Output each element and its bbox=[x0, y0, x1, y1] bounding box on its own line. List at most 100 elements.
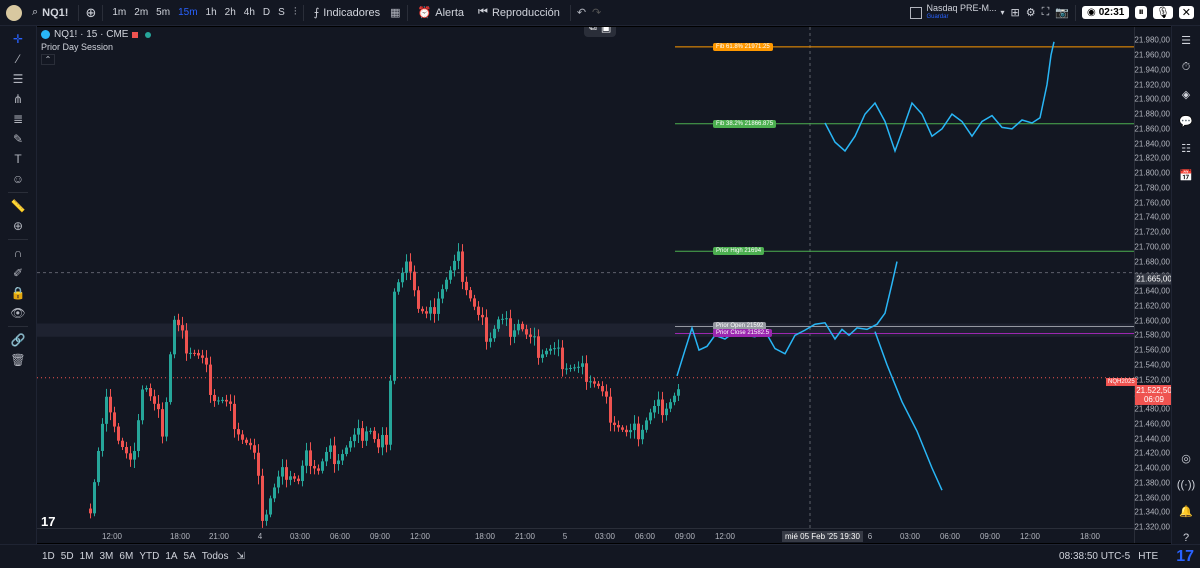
range-1M[interactable]: 1M bbox=[80, 551, 94, 562]
range-3M[interactable]: 3M bbox=[100, 551, 114, 562]
picture-in-picture-icon[interactable]: ▣ bbox=[601, 27, 611, 34]
candle-body bbox=[141, 389, 144, 421]
trend-line-icon[interactable]: ⁄ bbox=[7, 52, 29, 66]
price-tick: 21.960,00 bbox=[1134, 50, 1170, 60]
candle-body bbox=[257, 452, 260, 476]
record-timer[interactable]: ◉ 02:31 bbox=[1082, 6, 1130, 19]
divider bbox=[569, 4, 571, 21]
candle-body bbox=[193, 352, 196, 354]
candle-body bbox=[573, 367, 576, 369]
add-symbol-icon[interactable]: ⊕ bbox=[85, 5, 96, 21]
range-5A[interactable]: 5A bbox=[184, 551, 196, 562]
range-Todos[interactable]: Todos bbox=[202, 551, 229, 562]
price-tick: 21.980,00 bbox=[1134, 35, 1170, 45]
timeframe-2h[interactable]: 2h bbox=[222, 5, 239, 20]
alerts-clock-icon[interactable]: ⏱ bbox=[1182, 61, 1191, 74]
lock-icon[interactable]: 🔒 bbox=[7, 286, 29, 300]
symbol-logo-icon bbox=[41, 30, 50, 39]
help-icon[interactable]: ? bbox=[1183, 532, 1189, 544]
candle-body bbox=[313, 466, 316, 469]
ruler-icon[interactable]: 📏 bbox=[7, 199, 29, 213]
time-label: 4 bbox=[257, 532, 263, 541]
replay-icon: ⏮ bbox=[478, 6, 488, 18]
range-1A[interactable]: 1A bbox=[165, 551, 177, 562]
last-price-symbol-tag: NQH2025 bbox=[1106, 378, 1137, 386]
collapse-legend-icon[interactable]: ⌃ bbox=[41, 54, 55, 65]
trash-icon[interactable]: 🗑 bbox=[7, 353, 29, 367]
range-1D[interactable]: 1D bbox=[42, 551, 55, 562]
timeframe-2m[interactable]: 2m bbox=[131, 5, 151, 20]
undo-icon[interactable]: ↶ bbox=[577, 6, 586, 19]
range-YTD[interactable]: YTD bbox=[139, 551, 159, 562]
calendar-icon[interactable]: 📅 bbox=[1179, 169, 1193, 182]
indicators-button[interactable]: ⨍ Indicadores bbox=[310, 4, 385, 21]
text-icon[interactable]: T bbox=[7, 152, 29, 166]
watchlist-icon[interactable]: ☰ bbox=[1181, 34, 1191, 47]
notification-icon[interactable]: 🔔 bbox=[1179, 505, 1193, 518]
ideas-icon[interactable]: ☷ bbox=[1181, 142, 1191, 155]
range-6M[interactable]: 6M bbox=[119, 551, 133, 562]
clock[interactable]: 08:38:50 UTC-5 bbox=[1059, 551, 1130, 562]
pitchfork-icon[interactable]: ⋔ bbox=[7, 92, 29, 106]
candle-body bbox=[293, 476, 296, 479]
level-label-prior-close[interactable]: Prior Close 21582.5 bbox=[713, 329, 773, 338]
pause-icon[interactable]: ⏸ bbox=[1135, 6, 1147, 19]
extended-hours[interactable]: HTE bbox=[1138, 551, 1158, 562]
fullscreen-icon[interactable]: ⛶ bbox=[1042, 6, 1050, 19]
date-range-icon[interactable]: ⇲ bbox=[236, 551, 244, 562]
layout-square-icon bbox=[910, 6, 923, 19]
chat-icon[interactable]: 💬 bbox=[1179, 115, 1193, 128]
price-axis[interactable]: 21.980,00 21.960,00 21.940,00 21.920,00 21.9… bbox=[1134, 27, 1173, 543]
emoji-icon[interactable]: ☺ bbox=[7, 172, 29, 186]
candle-body bbox=[561, 347, 564, 370]
target-icon[interactable]: ◎ bbox=[1181, 452, 1191, 465]
timeframe-4h[interactable]: 4h bbox=[241, 5, 258, 20]
crosshair-icon[interactable]: ✛ bbox=[7, 32, 29, 46]
settings-icon[interactable]: ⚙ bbox=[1026, 6, 1036, 19]
level-label-fib-mid[interactable]: Fib 38.2% 21866.875 bbox=[713, 119, 777, 128]
alert-button[interactable]: ⏰ Alerta bbox=[414, 4, 468, 21]
redo-icon[interactable]: ↷ bbox=[592, 6, 601, 19]
legend-symbol: NQ1! · 15 · CME bbox=[54, 29, 129, 40]
timeframe-5m[interactable]: 5m bbox=[153, 5, 173, 20]
avatar[interactable] bbox=[6, 4, 22, 21]
chart-canvas[interactable] bbox=[37, 27, 1134, 543]
timeframe-15m[interactable]: 15m bbox=[175, 5, 200, 20]
timeframe-1m[interactable]: 1m bbox=[109, 5, 129, 20]
chart-pane[interactable]: NQ1! · 15 · CME Prior Day Session ⌃ ⧉ ▣ … bbox=[37, 27, 1134, 543]
signal-icon[interactable]: ((·)) bbox=[1177, 479, 1195, 491]
brush-icon[interactable]: ✎ bbox=[7, 132, 29, 146]
horizontal-lines-icon[interactable]: ☰ bbox=[7, 72, 29, 86]
candle-body bbox=[441, 289, 444, 299]
price-tick: 21.360,00 bbox=[1134, 493, 1170, 502]
level-label-fib-top[interactable]: Fib 61.8% 21971.25 bbox=[713, 42, 773, 51]
range-5D[interactable]: 5D bbox=[61, 551, 74, 562]
timeframe-S[interactable]: S bbox=[275, 5, 288, 20]
eye-icon[interactable]: 👁 bbox=[7, 306, 29, 320]
timeframe-D[interactable]: D bbox=[260, 5, 273, 20]
magnet-icon[interactable]: ∩ bbox=[7, 246, 29, 260]
minimize-window-icon[interactable]: ⧉ bbox=[589, 27, 597, 34]
candle-body bbox=[225, 399, 228, 402]
fib-retracement-icon[interactable]: ≣ bbox=[7, 112, 29, 126]
close-icon[interactable]: ✕ bbox=[1178, 6, 1194, 19]
top-toolbar: ⌕ NQ1! ⊕ 1m 2m 5m 15m 1h 2h 4h D S ⫶ ⨍ Indicador… bbox=[0, 0, 1200, 26]
replay-button[interactable]: ⏮ Reproducción bbox=[474, 4, 564, 21]
level-label-prior-high[interactable]: Prior High 21694 bbox=[713, 247, 765, 256]
camera-icon[interactable]: 📷 bbox=[1055, 6, 1069, 19]
candle-type-icon[interactable]: ⫶ bbox=[294, 6, 297, 19]
layers-icon[interactable]: ◈ bbox=[1182, 88, 1190, 101]
divider bbox=[78, 4, 80, 21]
time-cursor-label: mié 05 Feb '25 19:30 bbox=[782, 531, 863, 542]
lock-drawing-icon[interactable]: ✐ bbox=[7, 266, 29, 280]
layout-name[interactable]: Nasdaq PRE-M... Guardar ▾ bbox=[910, 3, 1005, 22]
mic-icon[interactable]: 🎙 bbox=[1152, 6, 1173, 19]
grid-icon[interactable]: ⊞ bbox=[1011, 6, 1020, 19]
symbol-search[interactable]: ⌕ NQ1! bbox=[28, 4, 72, 21]
zoom-in-icon[interactable]: ⊕ bbox=[7, 219, 29, 233]
price-tick: 21.680,00 bbox=[1134, 257, 1170, 267]
divider bbox=[302, 4, 304, 21]
layout-icon[interactable]: ▦ bbox=[390, 6, 400, 19]
link-icon[interactable]: 🔗 bbox=[7, 333, 29, 347]
timeframe-1h[interactable]: 1h bbox=[203, 5, 220, 20]
